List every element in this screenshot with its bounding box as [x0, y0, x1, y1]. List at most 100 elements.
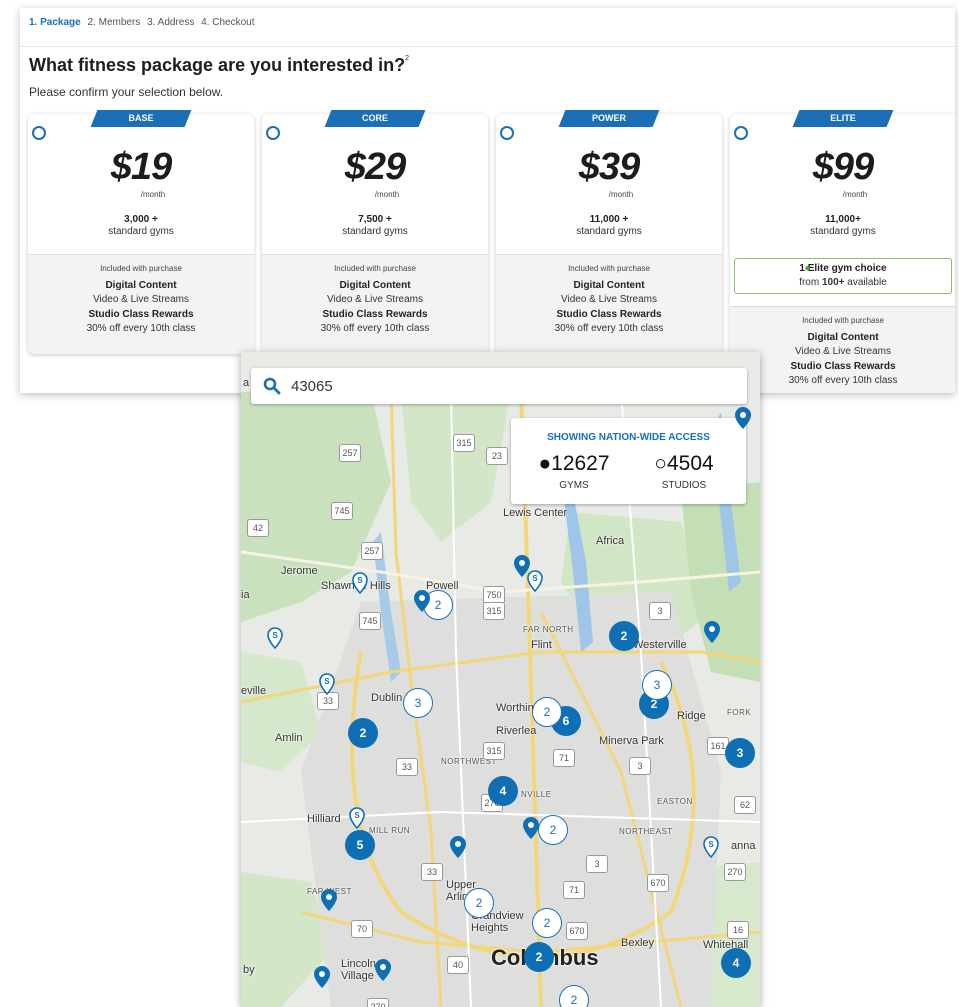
place-label: anna	[731, 840, 756, 852]
checkout-steps: 1. Package 2. Members 3. Address 4. Chec…	[29, 17, 259, 28]
svg-text:S: S	[708, 840, 714, 849]
studio-pin-icon[interactable]: S	[703, 836, 719, 858]
highway-shield: 3	[649, 602, 671, 620]
place-label: Riverlea	[496, 725, 537, 737]
feature-desc: Video & Live Streams	[561, 294, 657, 305]
feature-title: Studio Class Rewards	[790, 361, 896, 372]
highway-shield: 33	[396, 758, 418, 776]
place-label: a	[243, 377, 250, 389]
package-card-elite[interactable]: ELITE $99 /month 11,000+ standard gyms ●…	[730, 110, 955, 393]
feature-desc: 30% off every 10th class	[788, 375, 898, 386]
place-label: Lewis Center	[503, 507, 568, 519]
package-included: Included with purchase Digital Content V…	[28, 254, 254, 354]
gym-count: 7,500 +	[358, 214, 392, 225]
highway-shield: 257	[339, 444, 361, 462]
map-search-bar	[251, 368, 747, 404]
included-label: Included with purchase	[334, 264, 416, 273]
package-price: $19	[110, 146, 172, 188]
gym-pin-icon[interactable]	[321, 889, 337, 911]
studio-pin-icon[interactable]: S	[527, 570, 543, 592]
gym-cluster[interactable]: 2	[348, 718, 378, 748]
studio-pin-icon[interactable]: S	[319, 673, 335, 695]
package-card-core[interactable]: CORE $29 /month 7,500 + standard gyms In…	[262, 110, 488, 354]
place-label: Ridge	[677, 710, 706, 722]
studio-cluster[interactable]: 2	[538, 815, 568, 845]
svg-text:S: S	[324, 677, 330, 686]
gyms-count: ●12627	[538, 452, 610, 475]
map-pin-icon: ●	[804, 263, 811, 274]
highway-shield: 23	[486, 447, 508, 465]
studio-cluster[interactable]: 2	[559, 985, 589, 1007]
place-label: Minerva Park	[599, 735, 664, 747]
package-ribbon: BASE	[90, 110, 192, 127]
gym-cluster[interactable]: 2	[609, 621, 639, 651]
highway-shield: 62	[734, 796, 756, 814]
studio-cluster[interactable]: 3	[642, 670, 672, 700]
package-card-base[interactable]: BASE $19 /month 3,000 + standard gyms In…	[28, 110, 254, 354]
package-price: $99	[812, 146, 874, 188]
step-package[interactable]: 1. Package	[29, 17, 81, 28]
package-included: Included with purchase Digital Content V…	[262, 254, 488, 354]
gym-count: 3,000 +	[124, 214, 158, 225]
studios-label: STUDIOS	[661, 480, 707, 491]
gym-cluster[interactable]: 3	[725, 738, 755, 768]
package-ribbon: ELITE	[792, 110, 894, 127]
svg-text:S: S	[357, 576, 363, 585]
studio-cluster[interactable]: 2	[532, 908, 562, 938]
feature-title: Studio Class Rewards	[322, 309, 428, 320]
package-radio-base[interactable]	[32, 126, 46, 140]
gym-pin-icon[interactable]	[450, 836, 466, 858]
package-card-power[interactable]: POWER $39 /month 11,000 + standard gyms …	[496, 110, 722, 354]
gym-pin-icon[interactable]	[735, 407, 751, 429]
package-radio-power[interactable]	[500, 126, 514, 140]
map-search-input[interactable]	[291, 374, 731, 398]
package-period: /month	[374, 190, 400, 199]
gym-cluster[interactable]: 4	[721, 948, 751, 978]
place-label: EASTON	[657, 797, 693, 806]
studio-cluster[interactable]: 2	[532, 697, 562, 727]
highway-shield: 745	[331, 502, 353, 520]
gym-cluster[interactable]: 2	[524, 942, 554, 972]
highway-shield: 315	[453, 434, 475, 452]
gym-count-label: standard gyms	[342, 226, 408, 237]
gym-map[interactable]: SHOWING NATION-WIDE ACCESS ●12627 GYMS ○…	[241, 352, 760, 1007]
feature-desc: Video & Live Streams	[795, 346, 891, 357]
page-title: What fitness package are you interested …	[29, 55, 410, 75]
search-icon[interactable]	[263, 377, 281, 395]
package-radio-core[interactable]	[266, 126, 280, 140]
stats-title: SHOWING NATION-WIDE ACCESS	[547, 432, 710, 443]
place-label: eville	[241, 685, 267, 697]
step-checkout[interactable]: 4. Checkout	[201, 17, 254, 28]
package-period: /month	[140, 190, 166, 199]
gym-count: 11,000+	[825, 214, 861, 225]
feature-title: Studio Class Rewards	[556, 309, 662, 320]
highway-shield: 70	[351, 920, 373, 938]
svg-text:S: S	[354, 811, 360, 820]
studio-cluster[interactable]: 2	[464, 888, 494, 918]
map-pin-icon: ●	[538, 452, 552, 475]
highway-shield: 33	[421, 863, 443, 881]
gyms-label: GYMS	[559, 480, 589, 491]
feature-title: Digital Content	[807, 332, 879, 343]
gym-pin-icon[interactable]	[314, 966, 330, 988]
svg-text:S: S	[272, 631, 278, 640]
place-label: Hilliard	[307, 813, 341, 825]
package-period: /month	[842, 190, 868, 199]
studio-pin-icon[interactable]: S	[349, 807, 365, 829]
gym-pin-icon[interactable]	[704, 621, 720, 643]
studio-pin-icon[interactable]: S	[352, 572, 368, 594]
feature-title: Digital Content	[573, 280, 645, 291]
gym-pin-icon[interactable]	[523, 817, 539, 839]
step-members[interactable]: 2. Members	[88, 17, 141, 28]
gym-pin-icon[interactable]	[375, 959, 391, 981]
elite-gym-choice: ● 1 Elite gym choice from 100+ available	[734, 258, 952, 294]
step-address[interactable]: 3. Address	[147, 17, 194, 28]
highway-shield: 670	[566, 922, 588, 940]
studio-pin-icon[interactable]: S	[267, 627, 283, 649]
studio-cluster[interactable]: 3	[403, 688, 433, 718]
package-radio-elite[interactable]	[734, 126, 748, 140]
gym-cluster[interactable]: 4	[488, 776, 518, 806]
highway-shield: 3	[629, 757, 651, 775]
gym-pin-icon[interactable]	[414, 590, 430, 612]
gym-cluster[interactable]: 5	[345, 830, 375, 860]
